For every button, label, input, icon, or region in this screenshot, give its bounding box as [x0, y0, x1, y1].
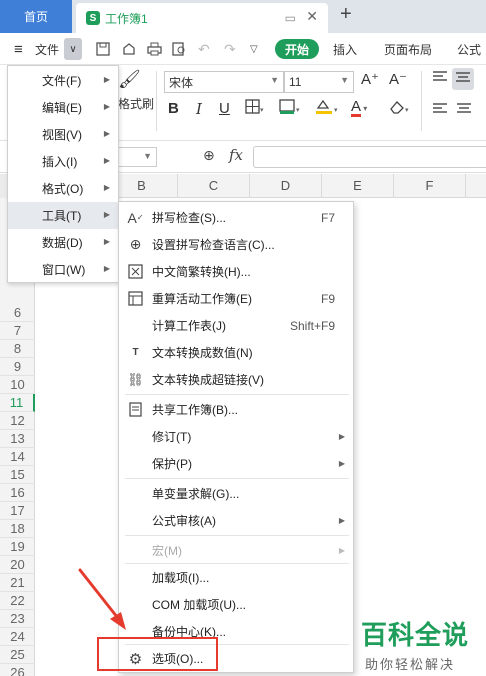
annotation-arrow [78, 568, 126, 630]
watermark-subtitle: 助你轻松解决 [365, 657, 456, 672]
annotation-highlight-box [97, 637, 218, 671]
watermark-logo: 百科全说 助你轻松解决 [361, 615, 469, 673]
watermark-title: 百科全说 [361, 621, 470, 651]
